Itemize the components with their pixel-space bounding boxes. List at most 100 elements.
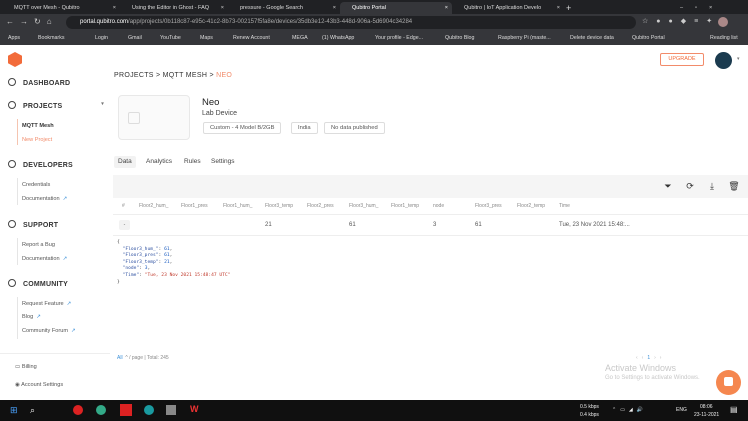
browser-tab-active[interactable]: Qubitro Portal × [340,2,452,14]
app-icon[interactable] [73,405,83,415]
current-page[interactable]: 1 [647,355,654,361]
close-icon[interactable]: × [221,2,224,14]
external-link-icon: ↗ [36,314,41,320]
close-icon[interactable]: × [557,2,560,14]
sidebar-item-credentials[interactable]: Credentials [22,182,50,188]
sidebar: DASHBOARD PROJECTS ▾ MQTT Mesh New Projec… [0,45,110,400]
column-header[interactable]: Floor1_pres [181,203,208,209]
tab-rules[interactable]: Rules [180,156,205,168]
browser-tab[interactable]: MQTT over Mesh - Qubitro × [2,2,120,14]
chevron-down-icon[interactable]: ▾ [737,56,740,62]
column-header[interactable]: Floor1_hum_ [223,203,252,209]
arduino-icon[interactable] [144,405,154,415]
tab-analytics[interactable]: Analytics [142,156,176,168]
close-icon[interactable]: × [445,2,448,14]
bookmark[interactable]: YouTube [160,31,181,45]
column-header[interactable]: Floor3_pres [475,203,502,209]
user-avatar[interactable] [715,52,732,69]
sidebar-item-mqtt-mesh[interactable]: MQTT Mesh [22,123,54,129]
tab-settings[interactable]: Settings [207,156,239,168]
bookmark[interactable]: Login [95,31,108,45]
sidebar-community[interactable]: COMMUNITY [8,279,68,288]
bookmark[interactable]: (1) WhatsApp [322,31,354,45]
column-header[interactable]: node [433,203,444,209]
download-icon[interactable]: ⤓ [705,180,719,193]
sidebar-support[interactable]: SUPPORT [8,220,58,229]
sidebar-item-blog[interactable]: Blog ↗ [22,314,41,320]
qubitro-logo[interactable] [8,52,22,67]
sidebar-account-settings[interactable]: ◉ Account Settings [15,382,63,388]
wps-icon[interactable]: W [190,404,199,414]
browser-tab[interactable]: Using the Editor in Ghost - FAQ × [120,2,228,14]
column-header[interactable]: Time [559,203,570,209]
bookmark[interactable]: Maps [200,31,213,45]
clock-time[interactable]: 08:06 [700,404,713,410]
tab-data[interactable]: Data [114,156,136,168]
bookmark[interactable]: Apps [8,31,20,45]
language-indicator[interactable]: ENG [676,407,687,413]
bookmark[interactable]: MEGA [292,31,308,45]
sidebar-item-documentation[interactable]: Documentation ↗ [22,196,67,202]
bookmark[interactable]: Qubitro Blog [445,31,474,45]
close-icon[interactable]: × [333,2,336,14]
sidebar-dashboard[interactable]: DASHBOARD [8,78,70,87]
close-icon[interactable]: × [113,2,116,14]
notifications-icon[interactable]: ▤ [730,405,738,414]
support-icon [8,220,16,228]
tray-icons[interactable]: ⌃▭◢🔊 [612,407,647,413]
app-icon[interactable] [120,404,132,416]
filter-icon[interactable]: ⏷ [661,180,675,193]
breadcrumb-projects[interactable]: PROJECTS [114,72,154,79]
sidebar-item-new-project[interactable]: New Project [22,137,52,143]
expand-row-button[interactable]: - [119,220,130,230]
sidebar-item-documentation-support[interactable]: Documentation ↗ [22,256,67,262]
new-tab-button[interactable]: + [566,2,578,14]
column-header[interactable]: Floor2_temp [517,203,545,209]
sidebar-billing[interactable]: ▭ Billing [15,364,37,370]
nav-buttons[interactable]: ←→↻⌂ [6,17,58,26]
bookmark[interactable]: Your profile - Edge... [375,31,423,45]
clock-date[interactable]: 23-11-2021 [694,412,719,418]
external-link-icon: ↗ [62,196,68,202]
window-controls[interactable]: –▫× [680,2,740,14]
upgrade-button[interactable]: UPGRADE [660,53,704,66]
bookmark[interactable]: Gmail [128,31,142,45]
pagination[interactable]: ‹‹1›› [636,355,665,361]
extension-icons[interactable]: ☆●●◆≡✦ [642,17,720,25]
sidebar-projects[interactable]: PROJECTS ▾ [8,101,104,110]
bookmark[interactable]: Bookmarks [38,31,65,45]
page-size-select[interactable]: All [117,355,123,361]
column-header[interactable]: Floor3_temp [265,203,293,209]
browser-tab[interactable]: pressure - Google Search × [228,2,340,14]
json-key: "Floor3_hum_" [122,246,159,252]
label: Billing [21,364,37,370]
bookmark[interactable]: Raspberry Pi (maste... [498,31,551,45]
sidebar-item-request-feature[interactable]: Request Feature ↗ [22,301,71,307]
reading-list[interactable]: Reading list [710,31,738,45]
device-type: Lab Device [202,110,238,117]
bookmark[interactable]: Renew Account [233,31,270,45]
column-header[interactable]: Floor2_pres [307,203,334,209]
chrome-icon[interactable] [96,405,106,415]
chat-button[interactable] [716,370,741,395]
sidebar-item-community-forum[interactable]: Community Forum ↗ [22,328,76,334]
sidebar-developers[interactable]: DEVELOPERS [8,160,73,169]
refresh-icon[interactable]: ⟳ [683,180,697,193]
sidebar-item-report-bug[interactable]: Report a Bug [22,242,55,248]
delete-icon[interactable]: 🗑 [727,180,741,193]
url-input[interactable]: portal.qubitro.com/app/projects/0b118c87… [66,16,636,29]
device-location-chip: India [291,122,318,134]
browser-tab[interactable]: Qubitro | IoT Application Develo × [452,2,564,14]
app-icon[interactable] [166,405,176,415]
bookmark[interactable]: Delete device data [570,31,614,45]
total-count: Total: 245 [146,355,169,361]
windows-start-icon[interactable]: ⊞ [10,405,18,416]
pagination-size: All ^ / page | Total: 245 [117,355,169,361]
search-icon[interactable]: ⌕ [30,405,35,416]
breadcrumb-mqtt-mesh[interactable]: MQTT MESH [163,72,208,79]
column-header[interactable]: Floor1_temp [391,203,419,209]
bookmark[interactable]: Qubitro Portal [632,31,665,45]
profile-avatar[interactable] [718,17,728,27]
column-header[interactable]: Floor3_hum_ [349,203,378,209]
column-header[interactable]: Floor2_hum_ [139,203,168,209]
